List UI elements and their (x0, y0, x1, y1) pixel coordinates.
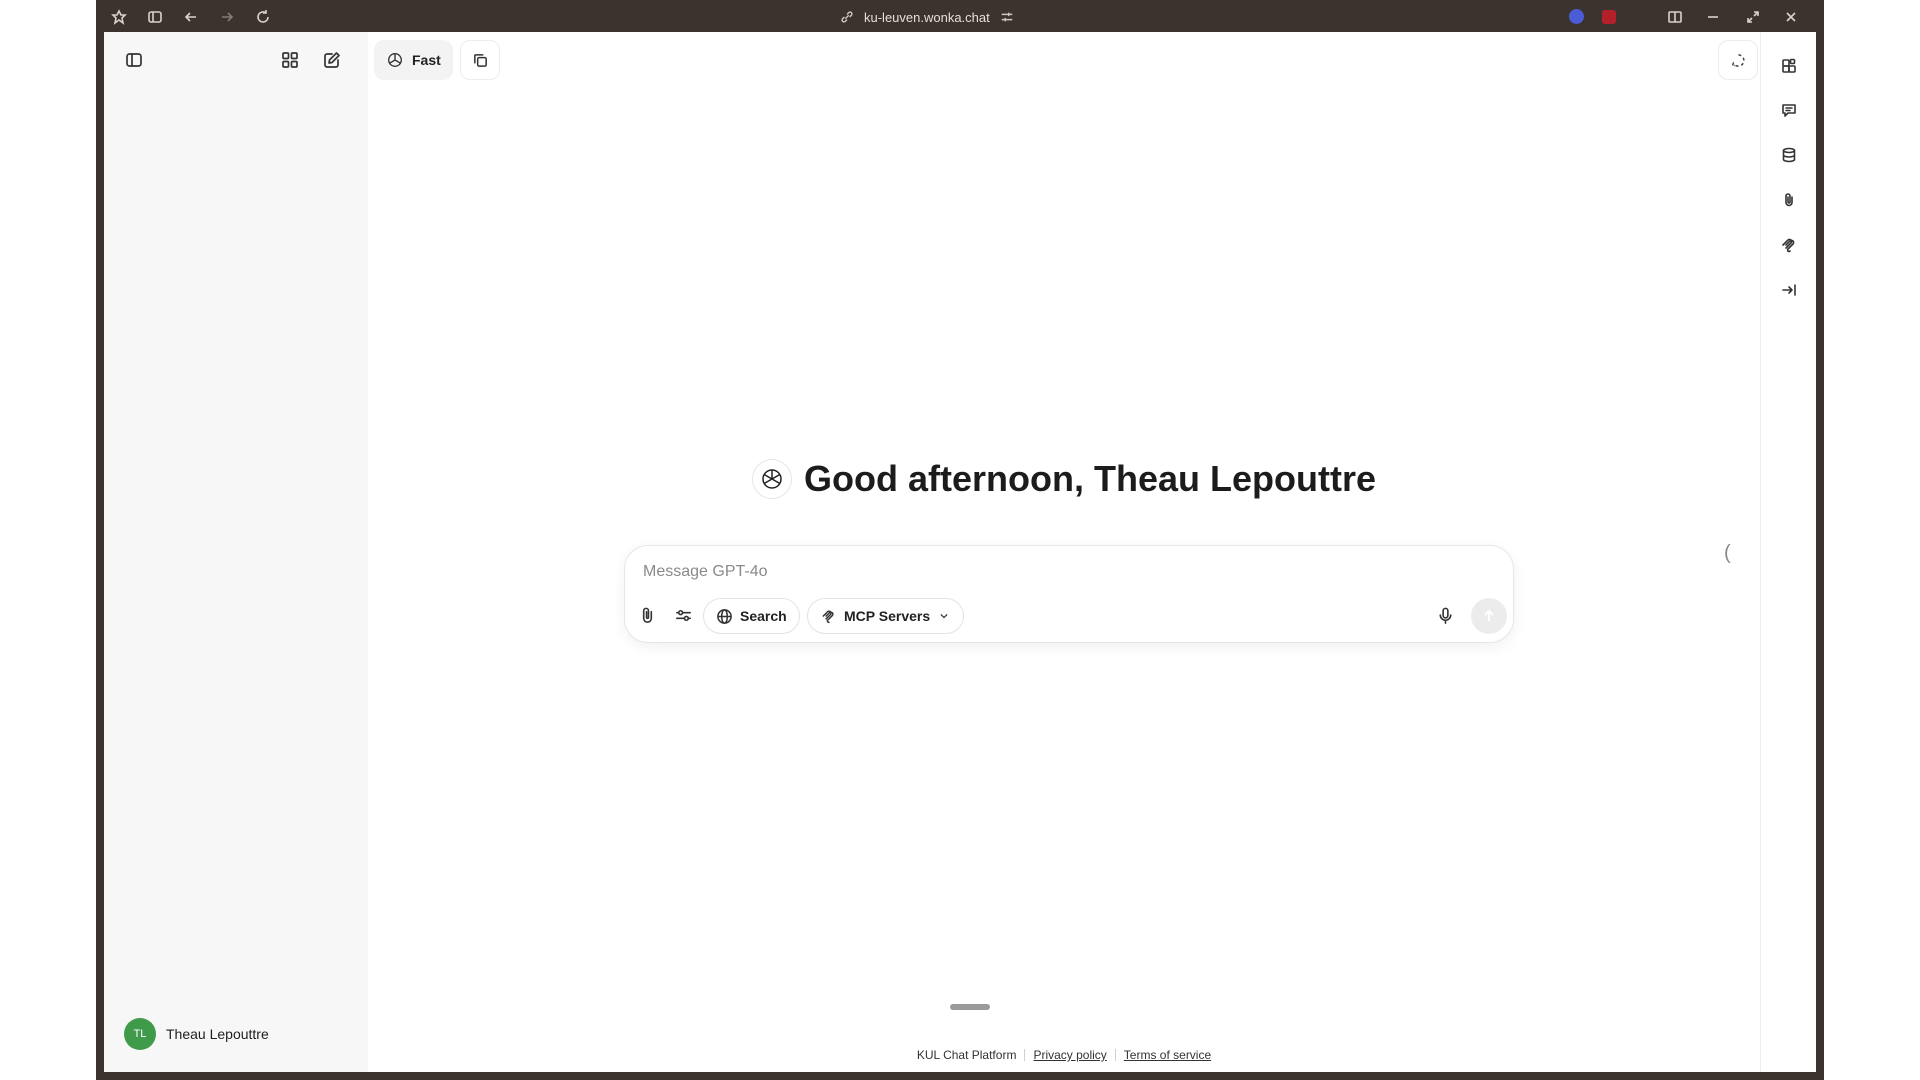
search-label: Search (740, 608, 787, 624)
chevron-down-icon (940, 614, 948, 619)
link-icon (841, 11, 853, 23)
search-button[interactable]: Search (703, 598, 800, 634)
minimize-icon[interactable] (1704, 8, 1722, 26)
mcp-server-icon[interactable] (1779, 235, 1799, 255)
main-content: Fast Good afternoon, Theau Lepouttre Mes… (368, 32, 1760, 1072)
reload-icon[interactable] (254, 8, 272, 26)
mcp-servers-dropdown[interactable]: MCP Servers (807, 598, 965, 634)
forward-icon[interactable] (218, 8, 236, 26)
model-selector-button[interactable]: Fast (374, 40, 453, 80)
database-icon[interactable] (1779, 145, 1799, 165)
greeting: Good afternoon, Theau Lepouttre (368, 458, 1760, 500)
comment-icon[interactable] (1779, 100, 1799, 120)
message-composer: Search MCP Servers (624, 545, 1514, 643)
globe-icon (717, 608, 732, 624)
mcp-icon (822, 610, 834, 623)
send-button[interactable] (1471, 598, 1507, 634)
url-text: ku-leuven.wonka.chat (864, 9, 990, 25)
site-settings-icon[interactable] (1000, 10, 1014, 24)
attachment-icon[interactable] (1779, 190, 1799, 210)
close-icon[interactable] (1782, 8, 1800, 26)
address-bar[interactable]: ku-leuven.wonka.chat (840, 7, 1014, 27)
message-input[interactable] (643, 558, 1443, 586)
panel-resize-handle[interactable]: ( (1724, 542, 1731, 565)
ublock-icon[interactable] (1602, 10, 1616, 24)
arrow-up-icon (1484, 609, 1494, 621)
greeting-text: Good afternoon, Theau Lepouttre (804, 458, 1376, 499)
user-name: Theau Lepouttre (166, 1026, 269, 1042)
attach-icon[interactable] (633, 601, 661, 629)
privacy-policy-link[interactable]: Privacy policy (1033, 1048, 1106, 1062)
sidebar-toggle-icon[interactable] (146, 8, 164, 26)
openai-icon (388, 53, 402, 67)
settings-sliders-icon[interactable] (669, 601, 697, 629)
mcp-label: MCP Servers (844, 608, 931, 624)
new-chat-icon[interactable] (316, 44, 348, 76)
footer: KUL Chat Platform Privacy policy Terms o… (368, 1048, 1760, 1062)
drag-handle[interactable] (950, 1004, 990, 1010)
user-menu[interactable]: TL Theau Lepouttre (124, 1018, 269, 1050)
browser-titlebar: ku-leuven.wonka.chat (96, 0, 1824, 32)
copy-icon (473, 53, 487, 67)
model-label: Fast (412, 52, 441, 68)
sidebar: TL Theau Lepouttre (104, 32, 368, 1072)
apps-grid-icon[interactable] (274, 44, 306, 76)
desktop-right (1824, 0, 1920, 1080)
collapse-sidebar-icon[interactable] (118, 44, 150, 76)
right-toolbar (1760, 32, 1816, 1072)
terms-of-service-link[interactable]: Terms of service (1124, 1048, 1211, 1062)
browser-logo-icon[interactable] (110, 8, 128, 26)
footer-platform: KUL Chat Platform (916, 1048, 1017, 1062)
extension-icon[interactable] (1569, 9, 1584, 24)
copy-button[interactable] (460, 40, 500, 80)
footer-divider (1024, 1049, 1026, 1061)
footer-divider (1114, 1049, 1116, 1061)
restore-icon[interactable] (1744, 8, 1762, 26)
app-window: TL Theau Lepouttre Fast Good afternoon, … (104, 32, 1816, 1072)
back-icon[interactable] (182, 8, 200, 26)
microphone-icon[interactable] (1431, 601, 1459, 629)
widgets-icon[interactable] (1779, 56, 1799, 76)
temporary-chat-icon (1730, 53, 1745, 67)
temporary-chat-button[interactable] (1718, 40, 1758, 80)
avatar: TL (124, 1018, 156, 1050)
openai-logo-icon (752, 459, 792, 499)
browser-window: ku-leuven.wonka.chat TL Theau Lepouttre … (96, 0, 1824, 1080)
collapse-right-panel-icon[interactable] (1779, 280, 1799, 300)
desktop-left (0, 0, 96, 1080)
split-view-icon[interactable] (1666, 8, 1684, 26)
